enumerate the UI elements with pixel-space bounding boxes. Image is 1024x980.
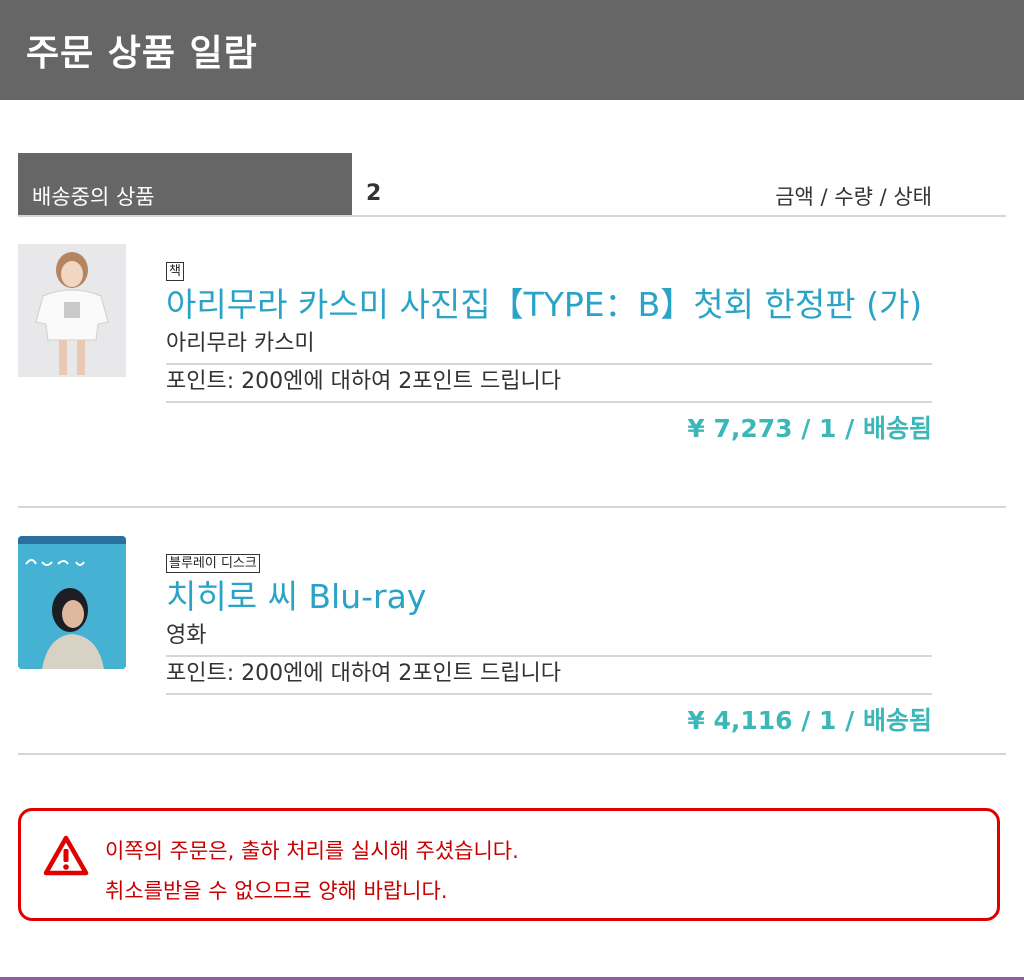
- page-header: 주문 상품 일람: [0, 0, 1024, 100]
- category-badge: 책: [166, 262, 184, 281]
- section-tab: 배송중의 상품: [18, 153, 352, 215]
- order-item: 책 아리무라 카스미 사진집【TYPE：B】첫회 한정판 (가) 아리무라 카스…: [18, 217, 1006, 508]
- product-title-link[interactable]: 아리무라 카스미 사진집【TYPE：B】첫회 한정판 (가): [166, 283, 932, 327]
- page-title: 주문 상품 일람: [26, 33, 258, 74]
- order-item: 블루레이 디스크 치히로 씨 Blu-ray 영화 포인트: 200엔에 대하여…: [18, 509, 1006, 755]
- price-qty-status: ¥ 4,116 / 1 / 배송됨: [687, 706, 932, 735]
- category-badge: 블루레이 디스크: [166, 554, 260, 573]
- warning-text: 이쪽의 주문은, 출하 처리를 실시해 주셨습니다. 취소를받을 수 없으므로 …: [105, 831, 519, 911]
- product-image[interactable]: [18, 536, 126, 669]
- product-title-link[interactable]: 치히로 씨 Blu-ray: [166, 575, 932, 619]
- warning-triangle-icon: [43, 835, 89, 877]
- points-info: 포인트: 200엔에 대하여 2포인트 드립니다: [166, 365, 932, 403]
- product-subtitle: 아리무라 카스미: [166, 327, 932, 365]
- section-header: 배송중의 상품 2 금액 / 수량 / 상태: [18, 153, 1006, 217]
- item-info: 책 아리무라 카스미 사진집【TYPE：B】첫회 한정판 (가) 아리무라 카스…: [166, 260, 932, 455]
- price-qty-status: ¥ 7,273 / 1 / 배송됨: [687, 414, 932, 443]
- item-count: 2: [366, 181, 382, 206]
- columns-label: 금액 / 수량 / 상태: [775, 185, 932, 209]
- product-subtitle: 영화: [166, 619, 932, 657]
- product-image[interactable]: [18, 244, 126, 377]
- warning-line-1: 이쪽의 주문은, 출하 처리를 실시해 주셨습니다.: [105, 839, 519, 863]
- warning-line-2: 취소를받을 수 없으므로 양해 바랍니다.: [105, 879, 448, 903]
- item-info: 블루레이 디스크 치히로 씨 Blu-ray 영화 포인트: 200엔에 대하여…: [166, 552, 932, 747]
- warning-box: 이쪽의 주문은, 출하 처리를 실시해 주셨습니다. 취소를받을 수 없으므로 …: [18, 808, 1000, 921]
- points-info: 포인트: 200엔에 대하여 2포인트 드립니다: [166, 657, 932, 695]
- section-tab-label: 배송중의 상품: [32, 185, 155, 209]
